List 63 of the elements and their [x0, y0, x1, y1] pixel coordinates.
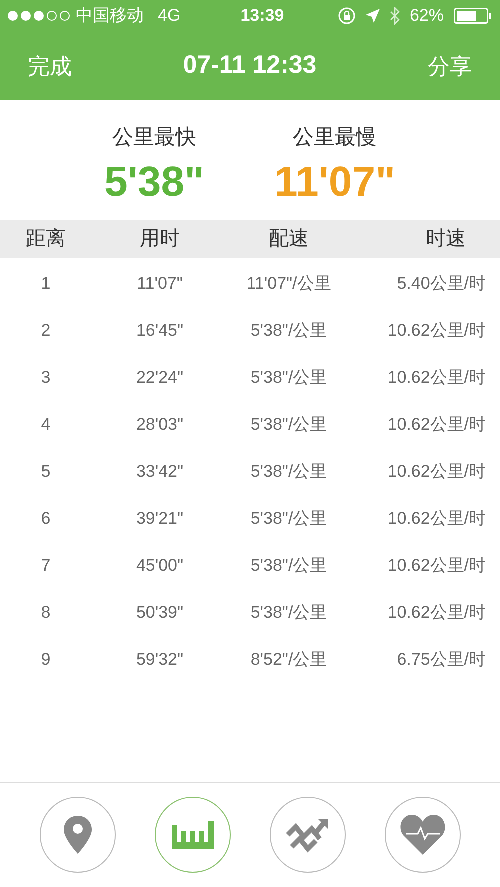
status-time: 13:39 — [240, 5, 284, 28]
table-cell-text: 59'32" — [135, 648, 185, 671]
table-cell-text: 6.75公里/时 — [396, 648, 487, 671]
network-type: 4G — [158, 5, 181, 28]
column-header: 时速 — [425, 227, 467, 252]
table-cell-text: 5'38"/公里 — [250, 508, 328, 530]
table-cell-text: 8'52"/公里 — [250, 648, 328, 671]
table-cell-text: 10.62公里/时 — [386, 366, 487, 389]
share-button[interactable]: 分享 — [428, 50, 472, 82]
location-pin-icon — [64, 816, 92, 854]
table-cell-text: 10.62公里/时 — [386, 460, 487, 483]
stat-label: 公里最慢 — [292, 125, 377, 151]
carrier-name: 中国移动 — [76, 5, 144, 28]
table-cell-text: 1 — [40, 272, 52, 295]
table-cell-text: 11'07" — [136, 272, 184, 295]
table-cell-text: 33'42" — [135, 460, 185, 483]
tab-button[interactable] — [270, 797, 346, 873]
column-header: 配速 — [268, 227, 310, 252]
table-cell-text: 5'38"/公里 — [250, 602, 328, 624]
table-cell-text: 22'24" — [135, 366, 185, 389]
table-cell-text: 2 — [40, 320, 52, 342]
bluetooth-icon — [390, 7, 400, 25]
column-header: 用时 — [139, 227, 181, 252]
table-cell-text: 3 — [40, 366, 52, 389]
tab-button[interactable] — [154, 797, 230, 873]
table-cell-text: 10.62公里/时 — [386, 508, 487, 530]
tab-button[interactable] — [40, 797, 116, 873]
table-cell-text: 16'45" — [135, 320, 185, 342]
heart-rate-icon — [400, 815, 446, 855]
table-cell-text: 8 — [40, 602, 52, 624]
signal-strength-icon — [8, 11, 70, 21]
table-cell-text: 5'38"/公里 — [250, 366, 328, 389]
stat-value: 11'07" — [274, 156, 396, 206]
table-cell-text: 5'38"/公里 — [250, 320, 328, 342]
table-cell-text: 5'38"/公里 — [250, 414, 328, 436]
table-cell-text: 5'38"/公里 — [250, 554, 328, 577]
table-cell-text: 50'39" — [135, 602, 185, 624]
table-cell-text: 5 — [40, 460, 52, 483]
table-cell-text: 7 — [40, 554, 52, 577]
table-cell-text: 45'00" — [135, 554, 185, 577]
battery-percent: 62% — [410, 5, 444, 28]
rotation-lock-icon — [338, 7, 356, 25]
table-cell-text: 6 — [40, 508, 52, 530]
table-cell-text: 5'38"/公里 — [250, 460, 328, 483]
column-header: 距离 — [25, 227, 67, 252]
location-arrow-icon — [366, 9, 380, 23]
stat-label: 公里最快 — [112, 125, 196, 151]
table-cell-text: 4 — [40, 414, 52, 436]
stat-value: 5'38" — [104, 156, 204, 206]
table-cell-text: 10.62公里/时 — [386, 554, 487, 577]
done-button[interactable]: 完成 — [28, 50, 72, 82]
table-cell-text: 9 — [40, 648, 52, 671]
tab-button[interactable] — [384, 797, 460, 873]
table-cell-text: 28'03" — [135, 414, 185, 436]
table-cell-text: 10.62公里/时 — [386, 414, 487, 436]
table-cell-text: 5.40公里/时 — [396, 272, 487, 295]
battery-icon — [454, 8, 492, 24]
nav-title: 07-11 12:33 — [183, 50, 317, 82]
table-cell-text: 11'07"/公里 — [246, 272, 332, 295]
ruler-icon — [172, 821, 214, 849]
table-cell-text: 10.62公里/时 — [386, 320, 487, 342]
table-cell-text: 10.62公里/时 — [386, 602, 487, 624]
table-cell-text: 39'21" — [135, 508, 185, 530]
